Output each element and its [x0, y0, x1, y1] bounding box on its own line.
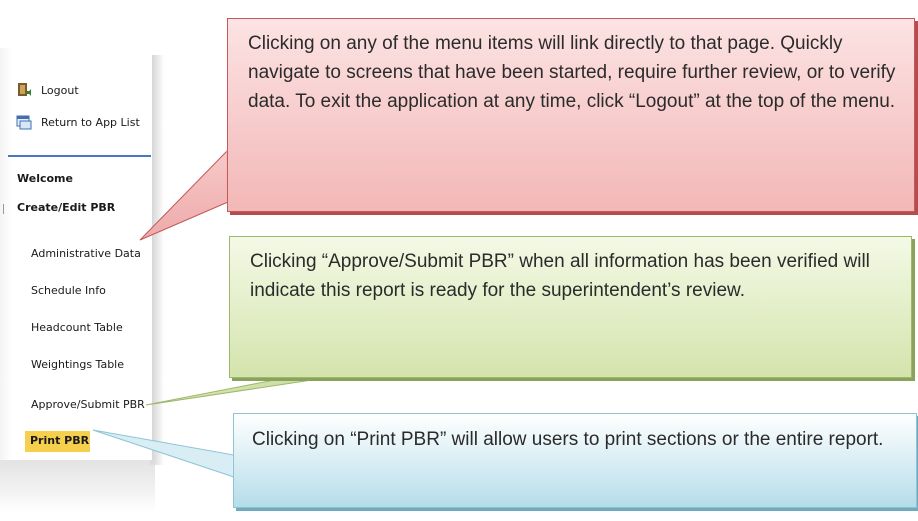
approve-help-callout: Clicking “Approve/Submit PBR” when all i… [229, 236, 912, 378]
blue-callout-tail [92, 429, 235, 478]
green-callout-tail [145, 374, 346, 406]
navigation-help-callout: Clicking on any of the menu items will l… [227, 18, 915, 212]
print-help-callout: Clicking on “Print PBR” will allow users… [233, 413, 917, 508]
red-callout-tail [139, 148, 229, 241]
